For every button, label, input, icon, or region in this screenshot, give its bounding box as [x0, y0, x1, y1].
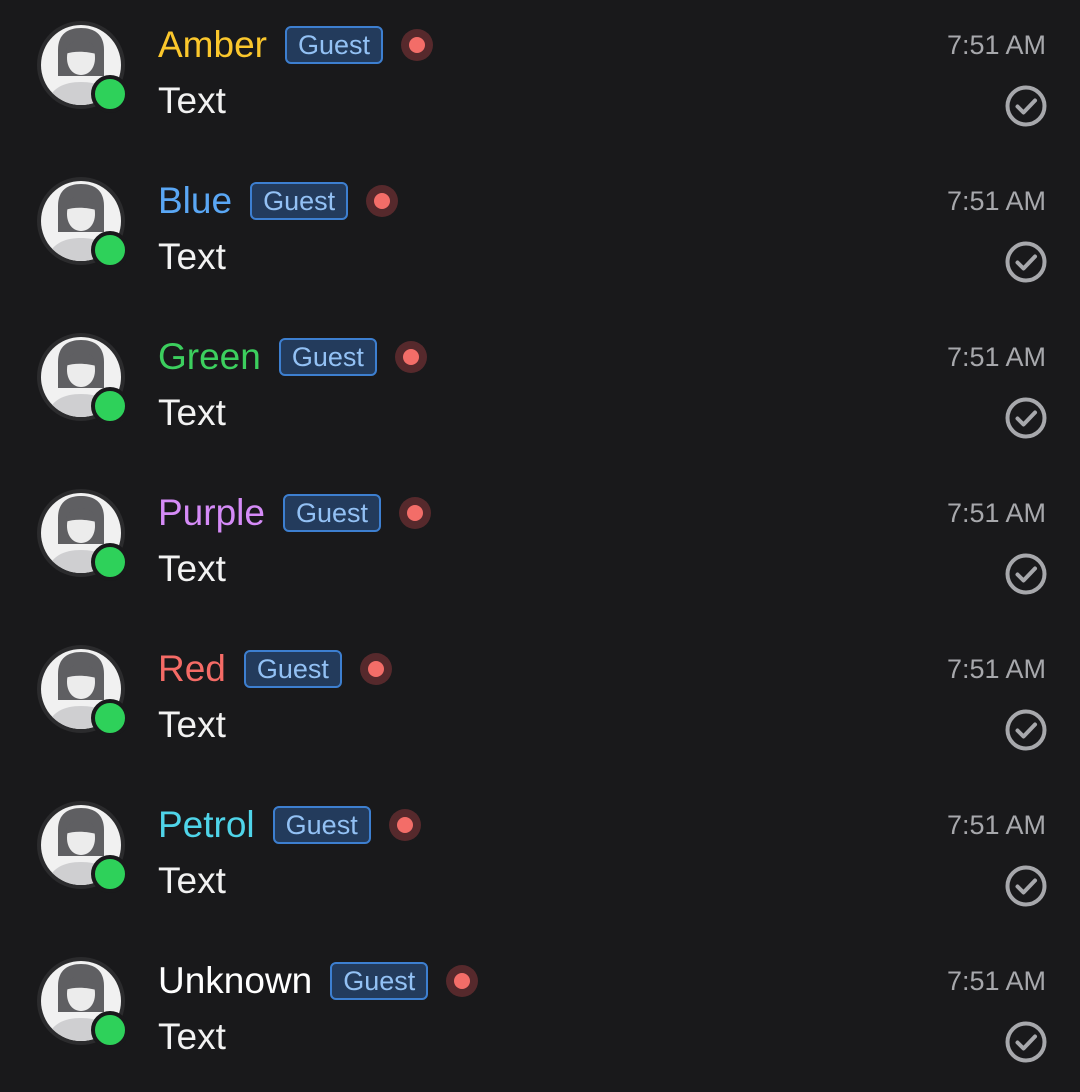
message-text: Text [158, 860, 226, 901]
online-status-icon [91, 699, 129, 737]
guest-badge: Guest [282, 494, 381, 532]
message-header: Purple Guest [158, 490, 431, 536]
message-list: Amber Guest 7:51 AM Text Blue Guest 7:51… [0, 0, 1080, 1092]
recording-dot-icon [399, 497, 431, 529]
message-item[interactable]: Purple Guest 7:51 AM Text [0, 468, 1080, 624]
guest-badge: Guest [250, 182, 349, 220]
message-text: Text [158, 548, 226, 589]
message-text: Text [158, 1016, 226, 1057]
recording-dot-icon [401, 29, 434, 61]
online-status-icon [91, 75, 129, 113]
message-header: Amber Guest [158, 22, 434, 68]
guest-badge: Guest [284, 26, 384, 64]
check-circle-icon [1004, 552, 1048, 596]
message-item[interactable]: Petrol Guest 7:51 AM Text [0, 780, 1080, 936]
sender-name[interactable]: Unknown [158, 958, 312, 1004]
message-timestamp: 7:51 AM [946, 498, 1046, 528]
message-header: Unknown Guest [158, 958, 479, 1004]
recording-dot-icon [446, 965, 479, 997]
message-text: Text [158, 392, 226, 433]
message-item[interactable]: Blue Guest 7:51 AM Text [0, 156, 1080, 312]
sender-name[interactable]: Amber [158, 22, 267, 68]
online-status-icon [91, 543, 129, 581]
guest-badge: Guest [243, 650, 342, 688]
recording-dot-icon [366, 185, 399, 217]
recording-dot-icon [359, 653, 392, 685]
guest-badge: Guest [330, 962, 429, 1000]
recording-dot-icon [388, 809, 421, 841]
online-status-icon [91, 387, 129, 425]
sender-name[interactable]: Green [158, 334, 261, 380]
message-header: Petrol Guest [158, 802, 421, 848]
check-circle-icon [1004, 708, 1048, 752]
sender-name[interactable]: Blue [158, 178, 232, 224]
message-timestamp: 7:51 AM [946, 30, 1046, 60]
message-header: Red Guest [158, 646, 392, 692]
recording-dot-icon [394, 341, 427, 373]
message-timestamp: 7:51 AM [946, 966, 1046, 996]
check-circle-icon [1004, 240, 1048, 284]
sender-name[interactable]: Petrol [158, 802, 255, 848]
message-header: Green Guest [158, 334, 427, 380]
message-item[interactable]: Unknown Guest 7:51 AM Text [0, 936, 1080, 1092]
message-item[interactable]: Amber Guest 7:51 AM Text [0, 0, 1080, 156]
online-status-icon [91, 231, 129, 269]
sender-name[interactable]: Red [158, 646, 226, 692]
online-status-icon [91, 855, 129, 893]
sender-name[interactable]: Purple [158, 490, 265, 536]
message-timestamp: 7:51 AM [946, 342, 1046, 372]
message-item[interactable]: Red Guest 7:51 AM Text [0, 624, 1080, 780]
check-circle-icon [1004, 1020, 1048, 1064]
message-item[interactable]: Green Guest 7:51 AM Text [0, 312, 1080, 468]
message-timestamp: 7:51 AM [946, 654, 1046, 684]
message-header: Blue Guest [158, 178, 399, 224]
message-text: Text [158, 704, 226, 745]
message-text: Text [158, 236, 226, 277]
online-status-icon [91, 1011, 129, 1049]
check-circle-icon [1004, 84, 1048, 128]
message-text: Text [158, 80, 226, 121]
check-circle-icon [1004, 396, 1048, 440]
guest-badge: Guest [278, 338, 377, 376]
guest-badge: Guest [272, 806, 371, 844]
message-timestamp: 7:51 AM [946, 810, 1046, 840]
message-timestamp: 7:51 AM [946, 186, 1046, 216]
check-circle-icon [1004, 864, 1048, 908]
